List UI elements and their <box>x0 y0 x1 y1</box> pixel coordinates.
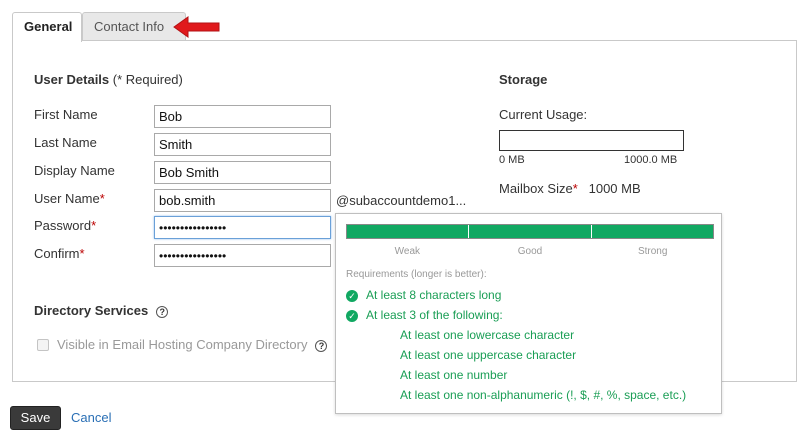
strength-level-labels: Weak Good Strong <box>346 246 714 257</box>
password-strength-popup: Weak Good Strong Requirements (longer is… <box>335 213 722 414</box>
user-name-field[interactable] <box>154 189 331 212</box>
requirement-sub-item: At least one lowercase character <box>400 328 575 342</box>
domain-suffix: @subaccountdemo1... <box>336 193 467 208</box>
storage-scale-max: 1000.0 MB <box>624 154 678 166</box>
requirement-item: ✓ At least 8 characters long <box>346 288 501 302</box>
storage-scale-min: 0 MB <box>499 154 525 166</box>
strength-label-strong: Strong <box>637 246 668 257</box>
strength-segment-weak <box>347 225 470 238</box>
directory-services-title: Directory Services <box>34 303 149 318</box>
user-name-label: User Name* <box>34 191 105 206</box>
user-details-title: User Details <box>34 72 110 87</box>
tab-general[interactable]: General <box>12 12 82 42</box>
check-icon: ✓ <box>346 309 358 322</box>
help-icon[interactable]: ? <box>315 339 328 352</box>
cancel-link[interactable]: Cancel <box>71 410 111 425</box>
storage-title: Storage <box>499 72 548 87</box>
strength-label-good: Good <box>517 246 543 257</box>
confirm-label: Confirm* <box>34 246 85 261</box>
password-strength-meter <box>346 224 714 239</box>
display-name-field[interactable] <box>154 161 331 184</box>
last-name-label: Last Name <box>34 135 97 150</box>
requirement-sub-item: At least one non-alphanumeric (!, $, #, … <box>400 388 687 402</box>
required-note: (* Required) <box>112 72 183 87</box>
first-name-label: First Name <box>34 107 98 122</box>
display-name-label: Display Name <box>34 163 115 178</box>
strength-label-weak: Weak <box>394 246 421 257</box>
tab-contact-info[interactable]: Contact Info <box>82 12 186 41</box>
check-icon: ✓ <box>346 289 358 302</box>
annotation-arrow-icon <box>173 16 220 38</box>
confirm-password-field[interactable] <box>154 244 331 267</box>
help-icon[interactable]: ? <box>156 305 169 318</box>
user-details-heading: User Details (* Required) <box>34 72 183 87</box>
directory-visible-checkbox[interactable] <box>37 339 49 351</box>
password-label: Password* <box>34 218 97 233</box>
save-button[interactable]: Save <box>10 406 61 430</box>
strength-segment-strong <box>591 225 713 238</box>
mailbox-size: Mailbox Size* 1000 MB <box>499 181 641 196</box>
first-name-field[interactable] <box>154 105 331 128</box>
directory-services-heading: Directory Services? <box>34 303 169 318</box>
requirement-item: ✓ At least 3 of the following: <box>346 308 503 322</box>
requirement-sub-item: At least one number <box>400 368 508 382</box>
requirement-sub-item: At least one uppercase character <box>400 348 577 362</box>
mailbox-size-value: 1000 MB <box>588 181 641 196</box>
requirements-title: Requirements (longer is better): <box>346 269 487 280</box>
storage-usage-bar <box>499 130 684 151</box>
current-usage-label: Current Usage: <box>499 107 588 122</box>
strength-segment-good <box>469 225 592 238</box>
directory-checkbox-label: Visible in Email Hosting Company Directo… <box>57 337 328 352</box>
last-name-field[interactable] <box>154 133 331 156</box>
password-field[interactable] <box>154 216 331 239</box>
